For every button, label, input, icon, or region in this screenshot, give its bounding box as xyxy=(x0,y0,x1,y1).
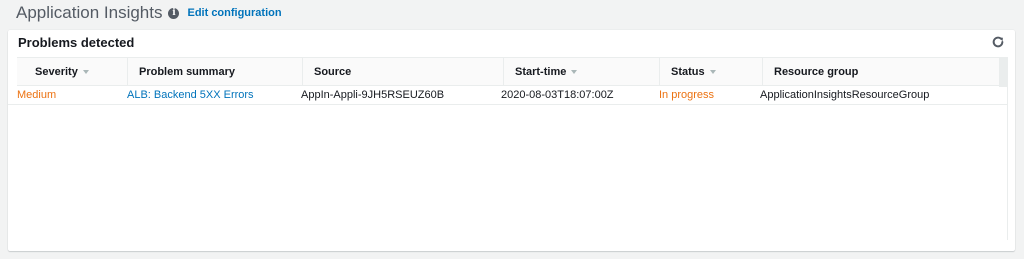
table-row[interactable]: Medium ALB: Backend 5XX Errors AppIn-App… xyxy=(8,86,1007,105)
severity-cell: Medium xyxy=(8,86,127,104)
resource-group-value: ApplicationInsightsResourceGroup xyxy=(760,89,930,101)
status-cell: In progress xyxy=(659,86,760,104)
start-time-value: 2020-08-03T18:07:00Z xyxy=(501,89,614,101)
source-cell: AppIn-Appli-9JH5RSEUZ60B xyxy=(301,86,501,104)
column-header-problem-summary[interactable]: Problem summary xyxy=(127,58,302,85)
panel-title: Problems detected xyxy=(18,35,135,50)
sort-caret-icon[interactable] xyxy=(709,69,716,74)
column-header-label: Resource group xyxy=(774,65,859,78)
problem-summary-cell: ALB: Backend 5XX Errors xyxy=(127,86,301,104)
resource-group-cell: ApplicationInsightsResourceGroup xyxy=(760,86,1005,104)
problems-table: Severity Problem summary Source Start-ti… xyxy=(8,57,1008,240)
page-title: Application Insights xyxy=(16,3,163,22)
problems-panel: Problems detected Severity Problem summa… xyxy=(8,30,1015,251)
column-header-severity[interactable]: Severity xyxy=(17,58,127,85)
sort-caret-icon[interactable] xyxy=(82,69,89,74)
severity-value: Medium xyxy=(17,89,57,101)
sort-caret-icon[interactable] xyxy=(571,69,578,74)
column-header-source[interactable]: Source xyxy=(302,58,503,85)
edit-configuration-link[interactable]: Edit configuration xyxy=(187,7,281,19)
info-icon[interactable]: i xyxy=(168,7,180,19)
column-header-label: Problem summary xyxy=(139,65,235,78)
column-header-label: Status xyxy=(671,65,705,78)
page-header: Application Insights i Edit configuratio… xyxy=(16,2,282,24)
source-value: AppIn-Appli-9JH5RSEUZ60B xyxy=(301,89,445,101)
column-header-label: Start-time xyxy=(515,65,567,78)
start-time-cell: 2020-08-03T18:07:00Z xyxy=(501,86,659,104)
table-header: Severity Problem summary Source Start-ti… xyxy=(17,57,1007,87)
scrollbar-track[interactable] xyxy=(999,58,1007,87)
column-header-label: Severity xyxy=(35,65,78,78)
problem-summary-link[interactable]: ALB: Backend 5XX Errors xyxy=(127,89,254,101)
column-header-label: Source xyxy=(314,65,352,78)
column-header-start-time[interactable]: Start-time xyxy=(503,58,659,85)
refresh-icon[interactable] xyxy=(991,35,1005,49)
column-header-status[interactable]: Status xyxy=(659,58,762,85)
column-header-resource-group[interactable]: Resource group xyxy=(762,58,1007,85)
status-value: In progress xyxy=(659,89,715,101)
